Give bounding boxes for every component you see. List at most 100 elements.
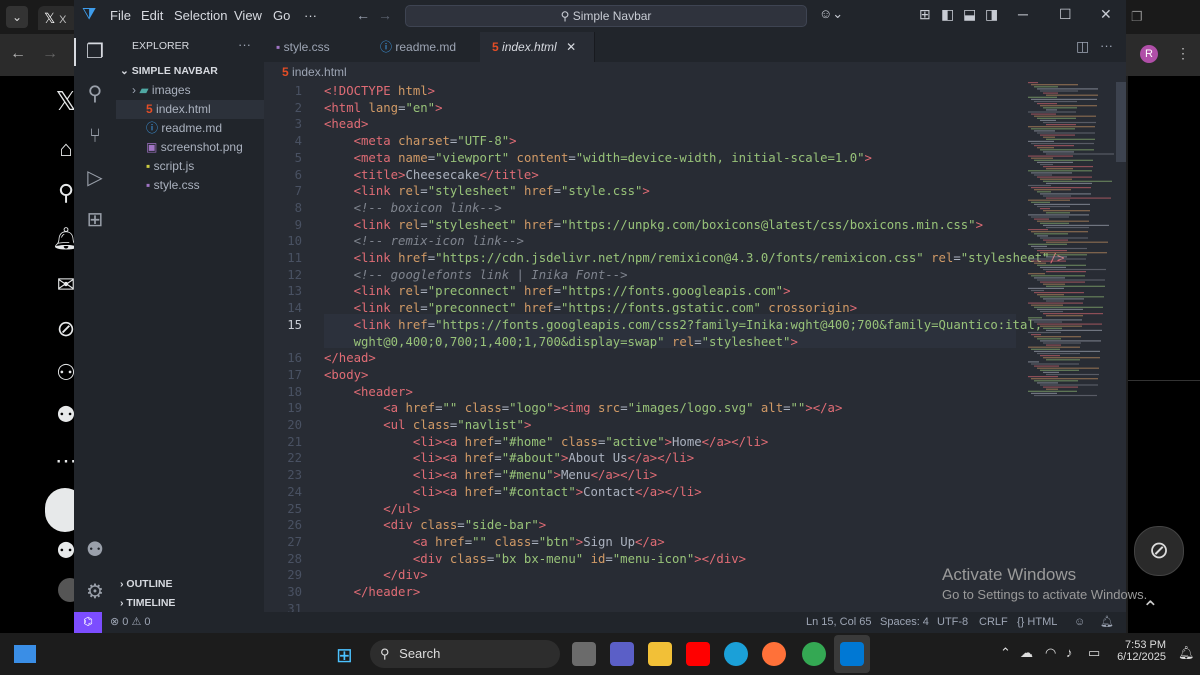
timeline-section[interactable]: › TIMELINE <box>116 594 264 613</box>
remote-indicator[interactable]: ⌬ <box>74 612 102 633</box>
indentation[interactable]: Spaces: 4 <box>880 612 929 633</box>
youtube-icon[interactable] <box>686 642 710 666</box>
minimap-line <box>1040 134 1075 136</box>
tree-item-index-html[interactable]: 5 index.html <box>116 100 264 119</box>
file-explorer-icon[interactable] <box>648 642 672 666</box>
tab-readme-md[interactable]: ⓘ readme.md <box>368 32 481 62</box>
toggle-secondary-sidebar-icon[interactable]: ◨ <box>985 6 998 23</box>
code-editor[interactable]: 1 <!DOCTYPE html> 2 <html lang="en"> 3 <head>… <box>264 82 1064 616</box>
task-view-icon[interactable] <box>572 642 596 666</box>
taskbar-search[interactable]: ⚲ Search <box>370 640 560 668</box>
notifications-bell-icon[interactable]: 🔔︎ <box>1100 612 1114 633</box>
minimap-line <box>1031 289 1044 292</box>
menu-view[interactable]: View <box>234 8 262 23</box>
nav-back-icon[interactable]: ← <box>356 7 370 23</box>
tree-item-label: index.html <box>156 102 211 116</box>
maximize-icon[interactable]: ☐ <box>1059 6 1072 23</box>
code-line: <li><a href="#about">About Us</a></li> <box>412 451 695 466</box>
menu-edit[interactable]: Edit <box>141 8 163 23</box>
firefox-icon[interactable] <box>762 642 786 666</box>
folder-root-label: SIMPLE NAVBAR <box>131 65 218 77</box>
edge-icon[interactable] <box>724 642 748 666</box>
menu-go[interactable]: Go <box>273 8 290 23</box>
copilot-icon[interactable]: ☺⌄ <box>819 6 843 22</box>
image-icon: ▣ <box>146 140 158 154</box>
minimap-line <box>1043 386 1078 388</box>
explorer-more-icon[interactable]: ··· <box>238 37 251 52</box>
minimap-line <box>1037 382 1058 384</box>
menu-selection[interactable]: Selection <box>174 8 227 23</box>
encoding[interactable]: UTF-8 <box>937 612 968 633</box>
run-debug-icon[interactable]: ▷ <box>83 166 107 190</box>
extensions-icon[interactable]: ⊞ <box>83 208 107 232</box>
chevron-down-icon: ⌄ <box>120 65 129 77</box>
tray-chevron-icon[interactable]: ⌃ <box>1000 645 1011 661</box>
clock[interactable]: 7:53 PM 6/12/2025 <box>1116 639 1166 663</box>
restore-icon[interactable]: ❐ <box>1131 9 1143 25</box>
problems-indicator[interactable]: ⊗ 0 ⚠ 0 <box>110 612 150 633</box>
more-icon[interactable]: ⋮ <box>1176 45 1190 62</box>
forward-icon[interactable]: → <box>42 45 58 63</box>
tab-style-css[interactable]: ▪ style.css <box>264 32 369 62</box>
teams-icon[interactable] <box>610 642 634 666</box>
cursor-position[interactable]: Ln 15, Col 65 <box>806 612 871 633</box>
minimap-line <box>1037 308 1083 310</box>
code-line: <ul class="navlist"> <box>383 418 532 432</box>
minimap-line <box>1043 327 1062 329</box>
editor-more-icon[interactable]: ··· <box>1100 38 1113 53</box>
menu-file[interactable]: File <box>110 8 131 23</box>
breadcrumb[interactable]: 5 index.html <box>264 62 1126 82</box>
settings-gear-icon[interactable]: ⚙ <box>83 580 107 604</box>
volume-icon[interactable]: ♪ <box>1066 645 1073 660</box>
explorer-icon[interactable]: ❐ <box>83 40 107 64</box>
language-mode[interactable]: {} HTML <box>1017 612 1057 633</box>
tree-item-style[interactable]: ▪ style.css <box>116 176 264 195</box>
tree-item-readme[interactable]: ⓘ readme.md <box>116 119 264 138</box>
battery-icon[interactable]: ▭ <box>1088 645 1100 661</box>
split-editor-icon[interactable]: ◫ <box>1076 38 1089 55</box>
source-control-icon[interactable]: ⑂ <box>83 124 107 148</box>
tab-list-button[interactable]: ⌄ <box>6 6 28 28</box>
minimap-line <box>1031 245 1047 247</box>
vscode-taskbar-icon[interactable] <box>840 642 864 666</box>
close-tab-icon[interactable]: ✕ <box>566 40 576 54</box>
explorer-sidebar: EXPLORER ··· ⌄ SIMPLE NAVBAR › ▰ images … <box>116 32 264 612</box>
line-number: 14 <box>287 301 302 316</box>
profile-avatar[interactable]: R <box>1140 45 1158 63</box>
windows-start-icon[interactable]: ⊞ <box>336 643 353 668</box>
line-number: 11 <box>287 251 302 265</box>
search-icon[interactable]: ⚲ <box>83 82 107 106</box>
titlebar: ⧩ File Edit Selection View Go ··· ← → ⚲ … <box>74 0 1126 32</box>
tree-item-images[interactable]: › ▰ images <box>116 81 264 100</box>
line-number: 2 <box>294 100 302 115</box>
close-icon[interactable]: ✕ <box>1100 6 1112 23</box>
toggle-panel-icon[interactable]: ⬓ <box>963 6 976 23</box>
tab-index-html[interactable]: 5 index.html ✕ <box>480 32 595 62</box>
copilot-status-icon[interactable]: ☺ <box>1074 612 1085 633</box>
wifi-icon[interactable]: ◠ <box>1045 645 1056 661</box>
weather-icon[interactable]: ☁ <box>1020 645 1033 661</box>
code-line: <link rel="preconnect" href="https://fon… <box>353 284 791 299</box>
line-number: 26 <box>287 518 302 533</box>
customize-layout-icon[interactable]: ⊞ <box>919 6 931 23</box>
folder-root[interactable]: ⌄ SIMPLE NAVBAR <box>116 62 264 81</box>
tree-item-screenshot[interactable]: ▣ screenshot.png <box>116 138 264 157</box>
command-center-search[interactable]: ⚲ Simple Navbar <box>405 5 807 27</box>
widgets-icon[interactable] <box>14 645 36 663</box>
browser-tab[interactable]: 𝕏 X <box>38 6 78 30</box>
tree-item-script[interactable]: ▪ script.js <box>116 157 264 176</box>
menu-more[interactable]: ··· <box>304 8 317 23</box>
nav-forward-icon[interactable]: → <box>378 7 392 23</box>
minimap-line <box>1031 98 1097 100</box>
scrollbar-thumb[interactable] <box>1116 82 1126 162</box>
minimap-line <box>1043 298 1084 300</box>
toggle-sidebar-icon[interactable]: ◧ <box>941 6 954 23</box>
back-icon[interactable]: ← <box>10 45 26 63</box>
line-endings[interactable]: CRLF <box>979 612 1008 633</box>
chrome-icon[interactable] <box>802 642 826 666</box>
minimize-icon[interactable]: ─ <box>1018 6 1028 22</box>
minimap[interactable] <box>1024 82 1114 412</box>
accounts-icon[interactable]: ⚉ <box>83 538 107 562</box>
notification-center-icon[interactable]: 🔔︎ <box>1178 645 1195 661</box>
outline-section[interactable]: › OUTLINE <box>116 575 264 594</box>
